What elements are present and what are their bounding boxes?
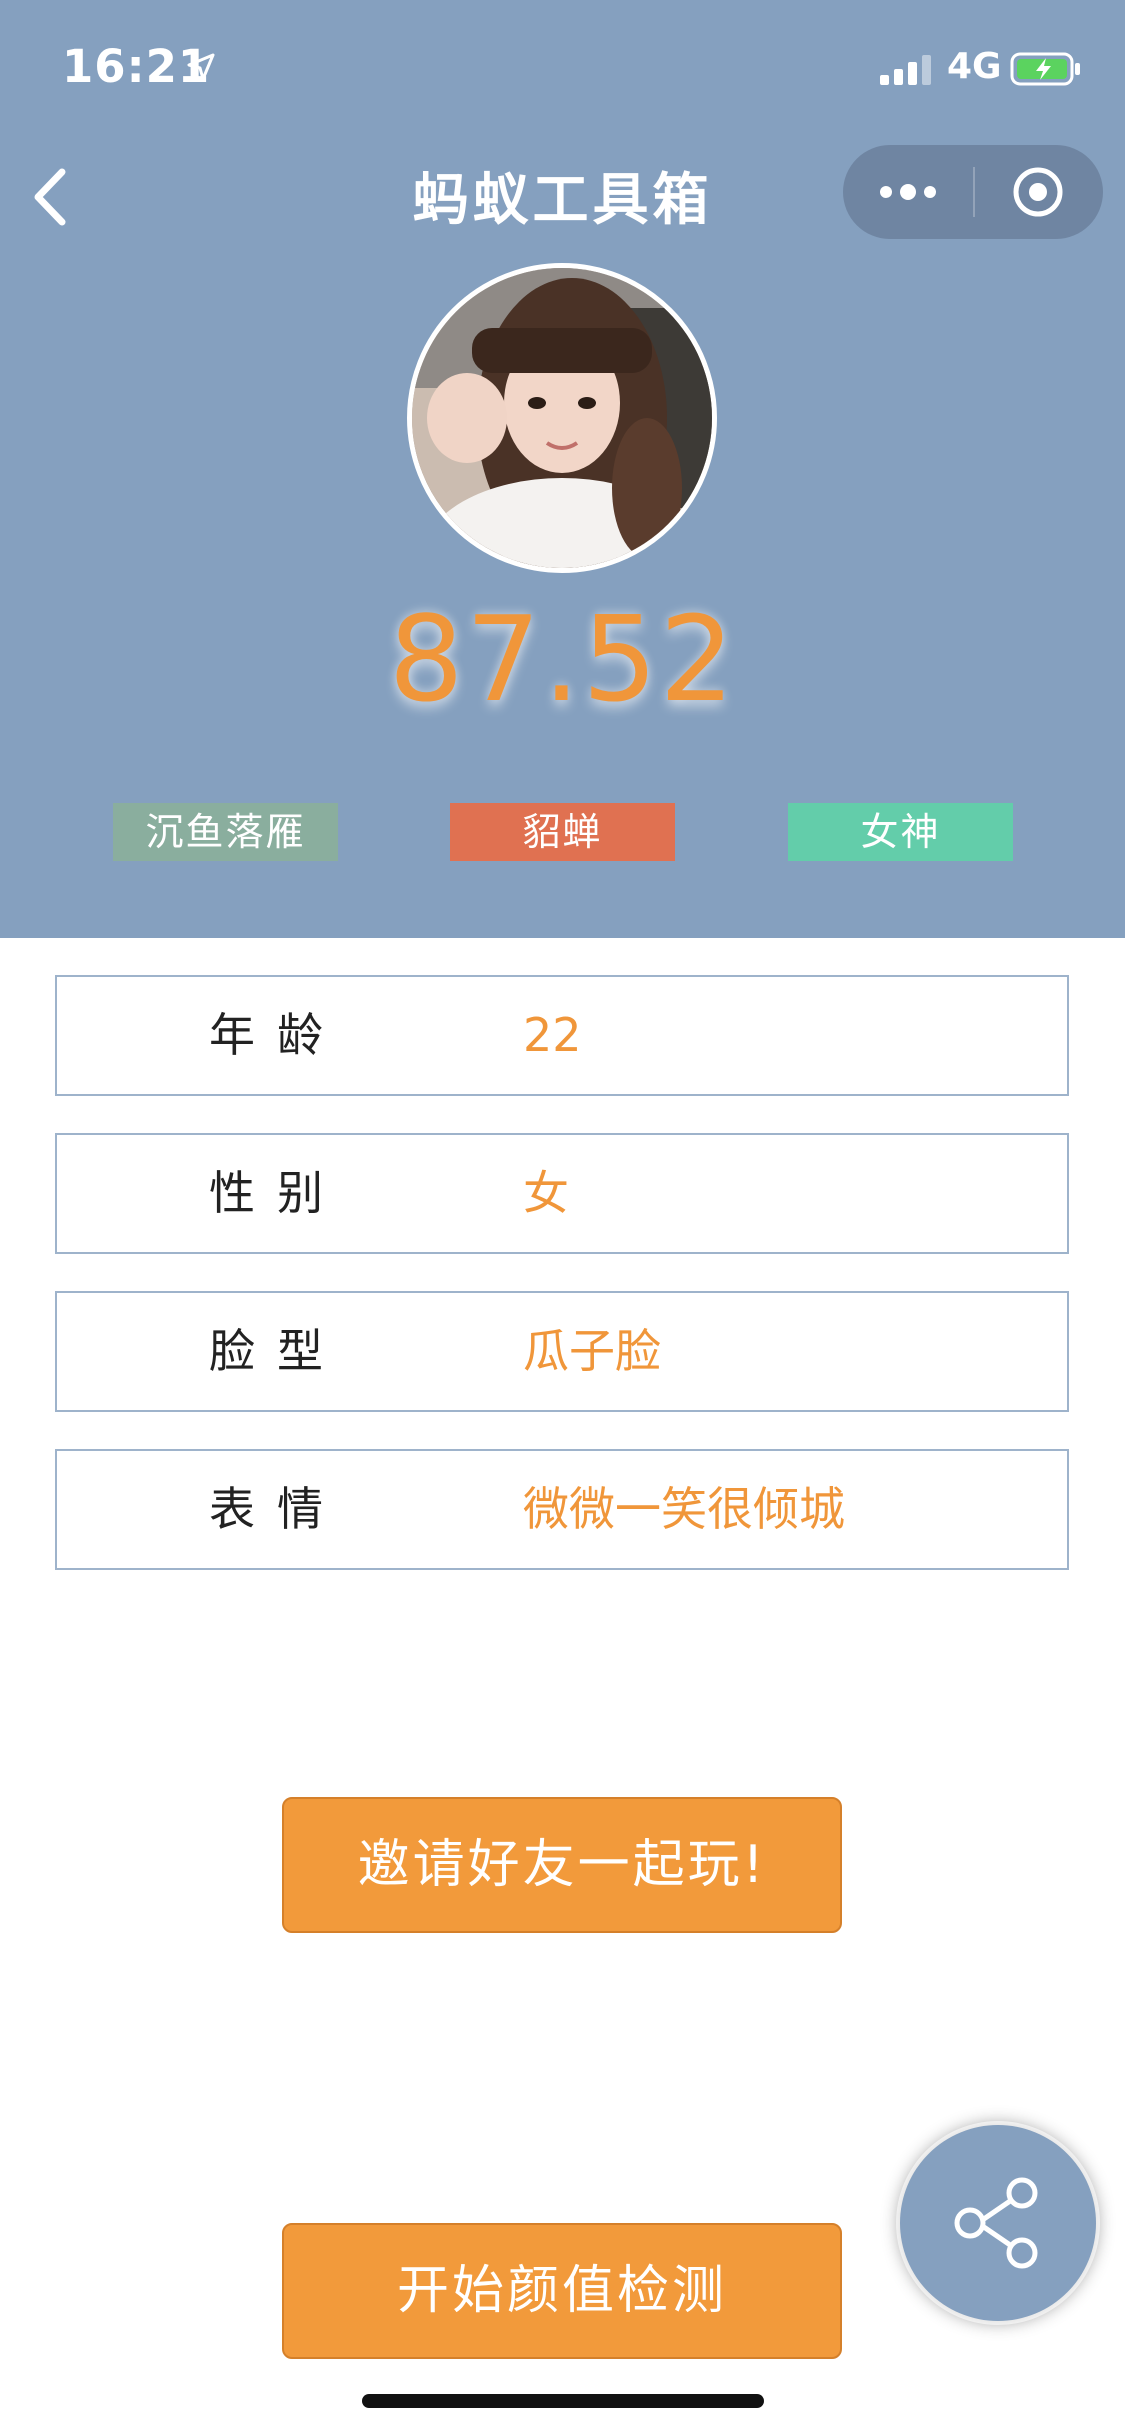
share-button[interactable] [900, 2125, 1096, 2321]
home-indicator [362, 2394, 764, 2408]
info-value: 22 [523, 1008, 582, 1062]
target-circle-icon[interactable] [1011, 165, 1065, 219]
info-value: 女 [523, 1166, 569, 1220]
invite-friends-button[interactable]: 邀请好友一起玩! [282, 1797, 842, 1933]
info-row-age: 年龄 22 [55, 975, 1069, 1096]
network-label: 4G [947, 46, 1002, 87]
info-row-expression: 表情 微微一笑很倾城 [55, 1449, 1069, 1570]
tag-badge: 沉鱼落雁 [113, 803, 338, 861]
start-detection-button[interactable]: 开始颜值检测 [282, 2223, 842, 2359]
tag-badge: 女神 [788, 803, 1013, 861]
info-label: 年龄 [209, 1008, 345, 1062]
location-arrow-icon [187, 53, 215, 81]
beauty-score: 87.52 [388, 590, 737, 728]
battery-icon [1010, 52, 1080, 86]
miniprogram-capsule [843, 145, 1103, 239]
info-value: 瓜子脸 [523, 1324, 661, 1378]
signal-icon [880, 55, 931, 85]
info-label: 性别 [209, 1166, 345, 1220]
more-dots-icon[interactable] [878, 177, 938, 207]
tag-badge: 貂蝉 [450, 803, 675, 861]
info-value: 微微一笑很倾城 [523, 1482, 845, 1536]
share-icon [954, 2177, 1038, 2269]
info-row-face-shape: 脸型 瓜子脸 [55, 1291, 1069, 1412]
avatar [407, 263, 717, 573]
header-background: 16:21 4G 蚂蚁工具箱 87.52 沉鱼落雁 貂蝉 女神 [0, 0, 1125, 938]
info-label: 表情 [209, 1482, 345, 1536]
info-row-gender: 性别 女 [55, 1133, 1069, 1254]
info-label: 脸型 [209, 1324, 345, 1378]
capsule-divider [973, 167, 975, 217]
